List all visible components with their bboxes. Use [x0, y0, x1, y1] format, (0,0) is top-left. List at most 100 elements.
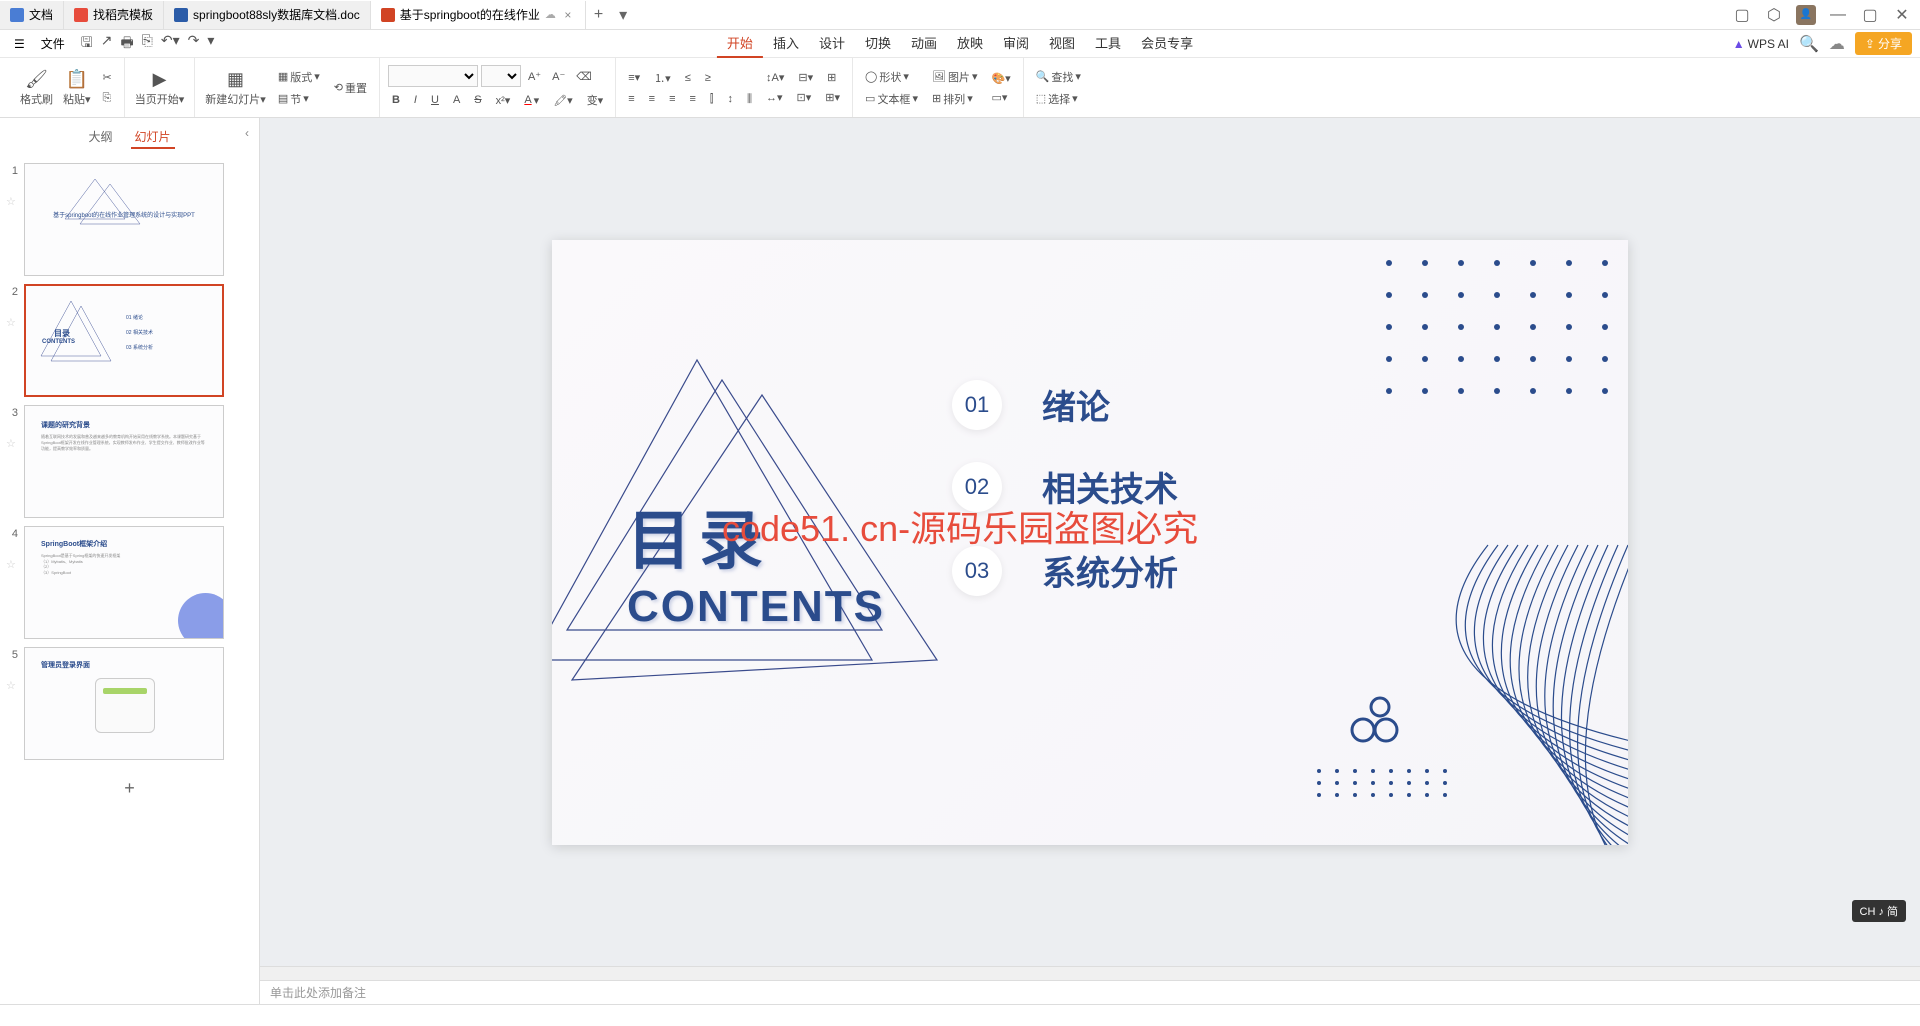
- outline-button[interactable]: ▭▾: [987, 89, 1014, 106]
- increase-indent-button[interactable]: ≥: [701, 68, 715, 88]
- search-icon[interactable]: 🔍: [1799, 34, 1819, 54]
- qat-dropdown[interactable]: ▾: [207, 32, 214, 56]
- align-center-button[interactable]: ≡: [645, 91, 659, 108]
- clear-format-button[interactable]: ⌫: [572, 65, 596, 87]
- distribute-button[interactable]: ⫿: [706, 91, 718, 108]
- reset-button[interactable]: ⟲ 重置: [330, 78, 371, 98]
- tab-animation[interactable]: 动画: [901, 29, 947, 58]
- cube-icon[interactable]: ⬡: [1764, 5, 1784, 25]
- tab-menu-dropdown[interactable]: ▾: [611, 5, 635, 25]
- maximize-button[interactable]: ▢: [1860, 5, 1880, 25]
- collapse-icon[interactable]: ‹: [245, 126, 249, 140]
- align-right-button[interactable]: ≡: [665, 91, 679, 108]
- print-icon[interactable]: 🖶: [120, 32, 133, 56]
- justify-button[interactable]: ≡: [685, 91, 699, 108]
- highlight-button[interactable]: 🖍▾: [549, 90, 577, 110]
- slide-thumb-5[interactable]: 管理员登录界面: [24, 647, 224, 760]
- decrease-font-button[interactable]: A⁻: [548, 65, 569, 87]
- new-slide-button[interactable]: ▦新建幻灯片▾: [203, 67, 268, 109]
- tab-ppt-active[interactable]: 基于springboot的在线作业☁×: [371, 1, 586, 29]
- tab-transition[interactable]: 切换: [855, 29, 901, 58]
- ime-indicator[interactable]: CH ♪ 简: [1852, 900, 1907, 922]
- star-icon[interactable]: ☆: [6, 179, 18, 208]
- copy-button[interactable]: ⎘: [99, 90, 116, 107]
- margins-button[interactable]: ⊡▾: [793, 89, 816, 106]
- column-button[interactable]: ⫼: [743, 91, 756, 108]
- new-tab-button[interactable]: +: [586, 6, 611, 24]
- shape-button[interactable]: ◯ 形状▾: [861, 67, 922, 87]
- save-icon[interactable]: 🖫: [81, 32, 93, 56]
- increase-font-button[interactable]: A⁺: [524, 65, 545, 87]
- spacing-button[interactable]: ↔▾: [762, 89, 787, 106]
- slide-thumb-4[interactable]: SpringBoot框架介绍 SpringBoot是基于Spring框架的快速开…: [24, 526, 224, 639]
- close-button[interactable]: ✕: [1892, 5, 1912, 25]
- superscript-button[interactable]: x²▾: [492, 90, 515, 110]
- slide-canvas[interactable]: 目录 CONTENTS code51. cn-源码乐园盗图必究 01 绪论 02…: [552, 240, 1628, 845]
- decrease-indent-button[interactable]: ≤: [681, 68, 695, 88]
- toc-item-3[interactable]: 03 系统分析: [952, 546, 1178, 596]
- horizontal-scrollbar[interactable]: [260, 966, 1920, 980]
- tab-insert[interactable]: 插入: [763, 29, 809, 58]
- tab-review[interactable]: 审阅: [993, 29, 1039, 58]
- wps-ai-button[interactable]: ▲WPS AI: [1733, 37, 1789, 51]
- slide-thumb-1[interactable]: 基于springboot的在线作业管理系统的设计与实现PPT: [24, 163, 224, 276]
- slides-tab[interactable]: 幻灯片: [131, 126, 175, 149]
- cloud-sync-icon[interactable]: ☁: [1829, 34, 1845, 54]
- image-button[interactable]: 🖼 图片▾: [928, 67, 982, 87]
- slide-canvas-area[interactable]: 目录 CONTENTS code51. cn-源码乐园盗图必究 01 绪论 02…: [260, 118, 1920, 966]
- share-button[interactable]: ⇪ 分享: [1855, 32, 1912, 55]
- add-slide-button[interactable]: +: [6, 768, 253, 809]
- toc-item-1[interactable]: 01 绪论: [952, 380, 1110, 430]
- tab-word-doc[interactable]: springboot88sly数据库文档.doc: [164, 1, 371, 29]
- slide-thumb-3[interactable]: 课题的研究背景 随着互联网技术的发展和普及越来越多的教育机构开始采用在线教学系统…: [24, 405, 224, 518]
- tab-tools[interactable]: 工具: [1085, 29, 1131, 58]
- align-text-button[interactable]: ⊟▾: [794, 69, 817, 86]
- file-menu[interactable]: 文件: [35, 33, 71, 54]
- star-icon[interactable]: ☆: [6, 542, 18, 571]
- pinyin-button[interactable]: 变▾: [583, 90, 608, 110]
- cut-button[interactable]: ✂: [99, 69, 116, 86]
- strike-button[interactable]: S: [470, 90, 485, 110]
- underline-button[interactable]: U: [427, 90, 443, 110]
- start-slideshow-button[interactable]: ▶当页开始▾: [133, 67, 187, 109]
- bold-button[interactable]: B: [388, 90, 404, 110]
- textbox-button[interactable]: ▭ 文本框▾: [861, 89, 922, 109]
- tab-view[interactable]: 视图: [1039, 29, 1085, 58]
- undo-icon[interactable]: ↶▾: [161, 32, 180, 56]
- line-spacing-button[interactable]: ↕: [723, 91, 737, 108]
- layout-button[interactable]: ▦ 版式▾: [274, 67, 324, 87]
- hamburger-icon[interactable]: ☰: [8, 35, 31, 53]
- find-button[interactable]: 🔍 查找▾: [1032, 67, 1085, 87]
- close-icon[interactable]: ×: [561, 8, 575, 22]
- tab-slideshow[interactable]: 放映: [947, 29, 993, 58]
- minimize-button[interactable]: —: [1828, 5, 1848, 25]
- align-left-button[interactable]: ≡: [624, 91, 638, 108]
- tab-member[interactable]: 会员专享: [1131, 29, 1203, 58]
- smartart2-button[interactable]: ⊞▾: [821, 89, 844, 106]
- font-size-select[interactable]: [481, 65, 521, 87]
- arrange-button[interactable]: ⊞ 排列▾: [928, 89, 982, 109]
- tab-template[interactable]: 找稻壳模板: [64, 1, 164, 29]
- star-icon[interactable]: ☆: [6, 421, 18, 450]
- font-color-button[interactable]: A▾: [520, 90, 543, 110]
- slide-thumb-2[interactable]: 目录 CONTENTS 01 绪论 02 相关技术 03 系统分析: [24, 284, 224, 397]
- bullets-button[interactable]: ≡▾: [624, 68, 644, 88]
- section-button[interactable]: ▤ 节▾: [274, 89, 324, 109]
- tab-docs[interactable]: 文档: [0, 1, 64, 29]
- tab-start[interactable]: 开始: [717, 29, 763, 58]
- select-button[interactable]: ⬚ 选择▾: [1032, 89, 1085, 109]
- star-icon[interactable]: ☆: [6, 663, 18, 692]
- smartart-button[interactable]: ⊞: [823, 69, 840, 86]
- redo-icon[interactable]: ↷: [188, 32, 200, 56]
- shadow-button[interactable]: A: [449, 90, 464, 110]
- numbering-button[interactable]: ⒈▾: [650, 68, 675, 88]
- italic-button[interactable]: I: [410, 90, 421, 110]
- paste-button[interactable]: 📋粘贴▾: [61, 67, 93, 109]
- fill-button[interactable]: 🎨▾: [987, 70, 1014, 87]
- preview-icon[interactable]: ⎘: [142, 32, 153, 56]
- outline-tab[interactable]: 大纲: [84, 126, 116, 149]
- font-family-select[interactable]: [388, 65, 478, 87]
- avatar-icon[interactable]: 👤: [1796, 5, 1816, 25]
- text-direction-button[interactable]: ↕A▾: [762, 69, 788, 86]
- format-painter-button[interactable]: 🖌格式刷: [18, 67, 55, 109]
